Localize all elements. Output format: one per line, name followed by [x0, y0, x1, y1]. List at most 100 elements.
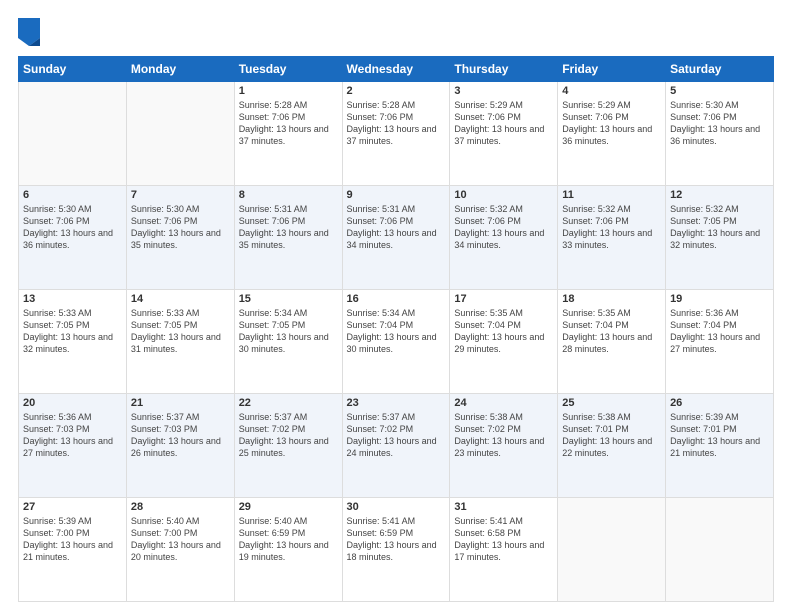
- day-info: Sunrise: 5:29 AM Sunset: 7:06 PM Dayligh…: [562, 99, 661, 148]
- logo: [18, 18, 44, 46]
- calendar-cell: 7 Sunrise: 5:30 AM Sunset: 7:06 PM Daylig…: [126, 186, 234, 290]
- day-info: Sunrise: 5:33 AM Sunset: 7:05 PM Dayligh…: [23, 307, 122, 356]
- day-number: 5: [670, 85, 769, 97]
- day-number: 9: [347, 189, 446, 201]
- calendar-table: SundayMondayTuesdayWednesdayThursdayFrid…: [18, 56, 774, 602]
- calendar-cell: 24 Sunrise: 5:38 AM Sunset: 7:02 PM Dayli…: [450, 394, 558, 498]
- day-number: 12: [670, 189, 769, 201]
- day-number: 6: [23, 189, 122, 201]
- weekday-header: Friday: [558, 57, 666, 82]
- calendar-cell: 2Sunrise: 5:28 AM Sunset: 7:06 PM Daylig…: [342, 82, 450, 186]
- calendar-cell: 13 Sunrise: 5:33 AM Sunset: 7:05 PM Dayli…: [19, 290, 127, 394]
- calendar-cell: 15 Sunrise: 5:34 AM Sunset: 7:05 PM Dayli…: [234, 290, 342, 394]
- header: [18, 18, 774, 46]
- day-info: Sunrise: 5:31 AM Sunset: 7:06 PM Dayligh…: [347, 203, 446, 252]
- day-info: Sunrise: 5:37 AM Sunset: 7:03 PM Dayligh…: [131, 411, 230, 460]
- day-info: Sunrise: 5:37 AM Sunset: 7:02 PM Dayligh…: [347, 411, 446, 460]
- weekday-header: Thursday: [450, 57, 558, 82]
- day-number: 13: [23, 293, 122, 305]
- day-number: 28: [131, 501, 230, 513]
- day-info: Sunrise: 5:35 AM Sunset: 7:04 PM Dayligh…: [562, 307, 661, 356]
- calendar-week-row: 27 Sunrise: 5:39 AM Sunset: 7:00 PM Dayli…: [19, 498, 774, 602]
- weekday-header: Sunday: [19, 57, 127, 82]
- day-info: Sunrise: 5:30 AM Sunset: 7:06 PM Dayligh…: [131, 203, 230, 252]
- calendar-cell: [666, 498, 774, 602]
- calendar-cell: 3Sunrise: 5:29 AM Sunset: 7:06 PM Daylig…: [450, 82, 558, 186]
- weekday-header: Saturday: [666, 57, 774, 82]
- calendar-cell: 30Sunrise: 5:41 AM Sunset: 6:59 PM Dayli…: [342, 498, 450, 602]
- day-number: 24: [454, 397, 553, 409]
- day-info: Sunrise: 5:30 AM Sunset: 7:06 PM Dayligh…: [23, 203, 122, 252]
- calendar-cell: 23 Sunrise: 5:37 AM Sunset: 7:02 PM Dayli…: [342, 394, 450, 498]
- day-info: Sunrise: 5:28 AM Sunset: 7:06 PM Dayligh…: [239, 99, 338, 148]
- day-number: 1: [239, 85, 338, 97]
- calendar-cell: 18 Sunrise: 5:35 AM Sunset: 7:04 PM Dayli…: [558, 290, 666, 394]
- day-number: 30: [347, 501, 446, 513]
- calendar-cell: 22 Sunrise: 5:37 AM Sunset: 7:02 PM Dayli…: [234, 394, 342, 498]
- calendar-cell: 28Sunrise: 5:40 AM Sunset: 7:00 PM Dayli…: [126, 498, 234, 602]
- calendar-cell: 29Sunrise: 5:40 AM Sunset: 6:59 PM Dayli…: [234, 498, 342, 602]
- calendar-header-row: SundayMondayTuesdayWednesdayThursdayFrid…: [19, 57, 774, 82]
- calendar-cell: 4 Sunrise: 5:29 AM Sunset: 7:06 PM Daylig…: [558, 82, 666, 186]
- calendar-cell: 14 Sunrise: 5:33 AM Sunset: 7:05 PM Dayli…: [126, 290, 234, 394]
- day-info: Sunrise: 5:37 AM Sunset: 7:02 PM Dayligh…: [239, 411, 338, 460]
- calendar-cell: 27 Sunrise: 5:39 AM Sunset: 7:00 PM Dayli…: [19, 498, 127, 602]
- calendar-cell: 10 Sunrise: 5:32 AM Sunset: 7:06 PM Dayli…: [450, 186, 558, 290]
- day-number: 23: [347, 397, 446, 409]
- day-info: Sunrise: 5:33 AM Sunset: 7:05 PM Dayligh…: [131, 307, 230, 356]
- day-info: Sunrise: 5:34 AM Sunset: 7:05 PM Dayligh…: [239, 307, 338, 356]
- day-number: 21: [131, 397, 230, 409]
- weekday-header: Wednesday: [342, 57, 450, 82]
- day-number: 27: [23, 501, 122, 513]
- calendar-cell: 16 Sunrise: 5:34 AM Sunset: 7:04 PM Dayli…: [342, 290, 450, 394]
- calendar-cell: 5 Sunrise: 5:30 AM Sunset: 7:06 PM Daylig…: [666, 82, 774, 186]
- day-number: 18: [562, 293, 661, 305]
- calendar-cell: 12 Sunrise: 5:32 AM Sunset: 7:05 PM Dayli…: [666, 186, 774, 290]
- day-info: Sunrise: 5:34 AM Sunset: 7:04 PM Dayligh…: [347, 307, 446, 356]
- day-number: 3: [454, 85, 553, 97]
- day-info: Sunrise: 5:36 AM Sunset: 7:04 PM Dayligh…: [670, 307, 769, 356]
- calendar-week-row: 20 Sunrise: 5:36 AM Sunset: 7:03 PM Dayli…: [19, 394, 774, 498]
- day-number: 26: [670, 397, 769, 409]
- day-number: 22: [239, 397, 338, 409]
- day-number: 19: [670, 293, 769, 305]
- day-number: 2: [347, 85, 446, 97]
- day-info: Sunrise: 5:31 AM Sunset: 7:06 PM Dayligh…: [239, 203, 338, 252]
- day-number: 10: [454, 189, 553, 201]
- day-info: Sunrise: 5:32 AM Sunset: 7:06 PM Dayligh…: [454, 203, 553, 252]
- day-info: Sunrise: 5:32 AM Sunset: 7:05 PM Dayligh…: [670, 203, 769, 252]
- calendar-cell: 8 Sunrise: 5:31 AM Sunset: 7:06 PM Daylig…: [234, 186, 342, 290]
- weekday-header: Monday: [126, 57, 234, 82]
- day-number: 14: [131, 293, 230, 305]
- day-info: Sunrise: 5:32 AM Sunset: 7:06 PM Dayligh…: [562, 203, 661, 252]
- logo-icon: [18, 18, 40, 46]
- day-number: 11: [562, 189, 661, 201]
- day-number: 17: [454, 293, 553, 305]
- calendar-cell: 9 Sunrise: 5:31 AM Sunset: 7:06 PM Daylig…: [342, 186, 450, 290]
- day-info: Sunrise: 5:40 AM Sunset: 6:59 PM Dayligh…: [239, 515, 338, 564]
- day-number: 7: [131, 189, 230, 201]
- calendar-cell: [558, 498, 666, 602]
- day-number: 4: [562, 85, 661, 97]
- day-number: 20: [23, 397, 122, 409]
- day-info: Sunrise: 5:38 AM Sunset: 7:01 PM Dayligh…: [562, 411, 661, 460]
- page: SundayMondayTuesdayWednesdayThursdayFrid…: [0, 0, 792, 612]
- calendar-cell: 17 Sunrise: 5:35 AM Sunset: 7:04 PM Dayli…: [450, 290, 558, 394]
- day-number: 16: [347, 293, 446, 305]
- calendar-cell: [126, 82, 234, 186]
- day-info: Sunrise: 5:36 AM Sunset: 7:03 PM Dayligh…: [23, 411, 122, 460]
- day-info: Sunrise: 5:35 AM Sunset: 7:04 PM Dayligh…: [454, 307, 553, 356]
- calendar-cell: [19, 82, 127, 186]
- calendar-cell: 21 Sunrise: 5:37 AM Sunset: 7:03 PM Dayli…: [126, 394, 234, 498]
- day-info: Sunrise: 5:38 AM Sunset: 7:02 PM Dayligh…: [454, 411, 553, 460]
- day-info: Sunrise: 5:41 AM Sunset: 6:58 PM Dayligh…: [454, 515, 553, 564]
- calendar-week-row: 6 Sunrise: 5:30 AM Sunset: 7:06 PM Daylig…: [19, 186, 774, 290]
- calendar-cell: 31Sunrise: 5:41 AM Sunset: 6:58 PM Dayli…: [450, 498, 558, 602]
- calendar-cell: 19 Sunrise: 5:36 AM Sunset: 7:04 PM Dayli…: [666, 290, 774, 394]
- day-number: 15: [239, 293, 338, 305]
- day-number: 8: [239, 189, 338, 201]
- calendar-cell: 6 Sunrise: 5:30 AM Sunset: 7:06 PM Daylig…: [19, 186, 127, 290]
- day-info: Sunrise: 5:39 AM Sunset: 7:00 PM Dayligh…: [23, 515, 122, 564]
- day-info: Sunrise: 5:30 AM Sunset: 7:06 PM Dayligh…: [670, 99, 769, 148]
- weekday-header: Tuesday: [234, 57, 342, 82]
